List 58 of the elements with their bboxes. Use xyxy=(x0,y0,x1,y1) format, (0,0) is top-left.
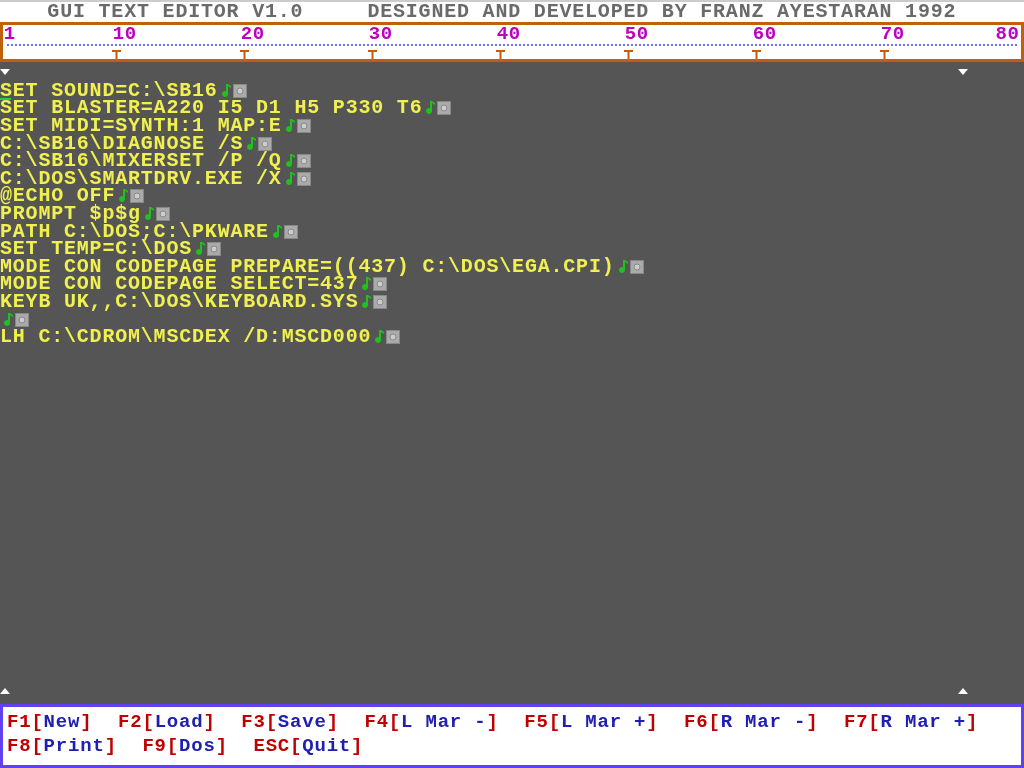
shortcut-key[interactable]: F4[L Mar -] xyxy=(364,712,499,732)
line-end-box-icon xyxy=(155,206,170,221)
credit-text: DESIGNED AND DEVELOPED BY FRANZ AYESTARAN 1992 xyxy=(367,3,957,21)
ruler-number: 10 xyxy=(112,25,138,43)
code-line: MODE CON CODEPAGE PREPARE=((437) C:\DOS\EGA.CPI) xyxy=(0,259,615,274)
code-line: MODE CON CODEPAGE SELECT=437 xyxy=(0,277,359,292)
shortcut-key[interactable]: F1[New] xyxy=(7,712,93,732)
line-end-box-icon xyxy=(386,330,401,345)
shortcut-key[interactable]: ESC[Quit] xyxy=(253,736,364,756)
code-line: C:\SB16\DIAGNOSE /S xyxy=(0,136,244,151)
line-end-box-icon xyxy=(15,312,29,327)
ruler-number: 1 xyxy=(3,25,17,43)
ruler-number: 70 xyxy=(880,25,906,43)
up-arrow-icon xyxy=(0,688,10,694)
tab-stop-icon xyxy=(752,50,762,59)
line-end-box-icon xyxy=(296,171,311,186)
down-arrow-icon xyxy=(958,69,968,75)
code-line: PROMPT $p$g xyxy=(0,206,141,221)
app-title: GUI TEXT EDITOR V1.0 xyxy=(47,3,304,21)
tab-stop-icon xyxy=(496,50,506,59)
ruler-number: 30 xyxy=(368,25,394,43)
shortcut-key[interactable]: F8[Print] xyxy=(7,736,117,756)
line-end-box-icon xyxy=(258,136,273,151)
line-end-box-icon xyxy=(283,224,298,239)
code-line: C:\DOS\SMARTDRV.EXE /X xyxy=(0,171,282,186)
ruler-number: 20 xyxy=(240,25,266,43)
line-end-box-icon xyxy=(296,154,311,169)
ruler-number: 50 xyxy=(624,25,650,43)
ruler-number: 60 xyxy=(752,25,778,43)
down-arrow-icon xyxy=(0,69,10,75)
text-cursor xyxy=(0,98,11,100)
shortcut-key[interactable]: F7[R Mar +] xyxy=(843,712,979,732)
line-end-box-icon xyxy=(629,259,644,274)
shortcut-key[interactable]: F3[Save] xyxy=(241,712,339,732)
shortcut-key[interactable]: F2[Load] xyxy=(118,712,216,732)
code-line: SET BLASTER=A220 I5 D1 H5 P330 T6 xyxy=(0,101,423,116)
shortcut-key[interactable]: F5[L Mar +] xyxy=(524,712,659,732)
tab-stop-icon xyxy=(240,50,250,59)
code-line: SET SOUND=C:\SB16 xyxy=(0,83,218,98)
ruler-number: 80 xyxy=(995,25,1020,43)
ruler-number: 40 xyxy=(496,25,522,43)
code-line: SET MIDI=SYNTH:1 MAP:E xyxy=(0,119,282,133)
tab-stop-icon xyxy=(112,50,122,59)
up-arrow-icon xyxy=(958,688,968,694)
line-end-box-icon xyxy=(232,83,247,98)
tab-stop-icon xyxy=(624,50,634,59)
shortcut-key[interactable]: F6[R Mar -] xyxy=(684,712,819,732)
line-end-box-icon xyxy=(296,119,311,133)
tab-stop-icon xyxy=(880,50,890,59)
line-end-box-icon xyxy=(207,242,222,257)
line-end-box-icon xyxy=(373,277,388,292)
tab-stop-icon xyxy=(368,50,378,59)
code-line: PATH C:\DOS;C:\PKWARE xyxy=(0,224,269,239)
shortcut-key[interactable]: F9[Dos] xyxy=(142,736,228,756)
line-end-box-icon xyxy=(130,189,145,204)
line-end-box-icon xyxy=(373,294,388,309)
code-line: KEYB UK,,C:\DOS\KEYBOARD.SYS xyxy=(0,294,359,309)
line-end-box-icon xyxy=(437,101,452,116)
